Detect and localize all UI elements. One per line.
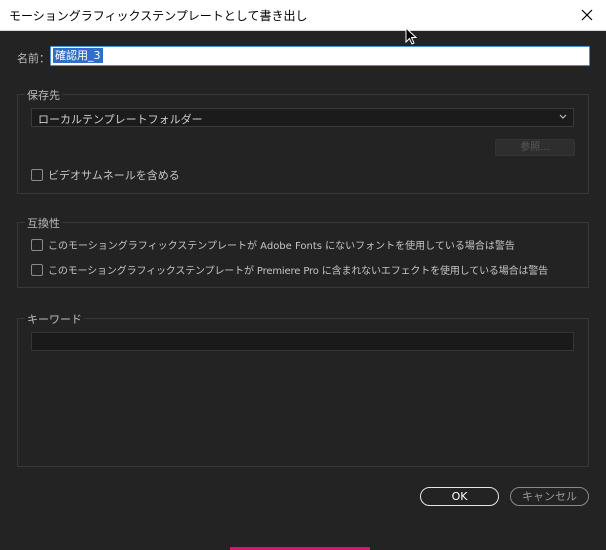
destination-select-value: ローカルテンプレートフォルダー [38, 113, 203, 126]
cancel-button[interactable]: キャンセル [510, 487, 589, 506]
browse-button[interactable]: 参照... [495, 139, 575, 156]
ok-button[interactable]: OK [420, 487, 499, 506]
premiere-effects-warning-label: このモーショングラフィックステンプレートが Premiere Pro に含まれな… [48, 266, 549, 277]
name-value: 確認用_3 [53, 48, 103, 63]
premiere-effects-warning-checkbox[interactable] [31, 263, 43, 276]
adobe-fonts-warning-label: このモーショングラフィックステンプレートが Adobe Fonts にないフォン… [48, 241, 515, 252]
compatibility-group [17, 222, 589, 288]
name-label: 名前： [17, 52, 50, 65]
premiere-effects-warning-row[interactable]: このモーショングラフィックステンプレートが Premiere Pro に含まれな… [31, 262, 548, 277]
window-title: モーショングラフィックステンプレートとして書き出し [9, 9, 308, 23]
title-bar: モーショングラフィックステンプレートとして書き出し [0, 0, 606, 31]
compatibility-group-label: 互換性 [25, 215, 62, 231]
mouse-cursor-icon [405, 27, 418, 45]
keywords-input[interactable] [31, 332, 574, 351]
close-icon [581, 9, 593, 21]
destination-select[interactable]: ローカルテンプレートフォルダー [31, 108, 574, 127]
close-button[interactable] [576, 4, 598, 26]
video-thumbnail-label: ビデオサムネールを含める [48, 169, 180, 182]
name-input[interactable]: 確認用_3 [50, 46, 590, 66]
chevron-down-icon [559, 114, 567, 119]
keywords-group-label: キーワード [25, 311, 84, 327]
adobe-fonts-warning-row[interactable]: このモーショングラフィックステンプレートが Adobe Fonts にないフォン… [31, 237, 515, 252]
video-thumbnail-checkbox[interactable] [31, 169, 43, 181]
video-thumbnail-checkbox-row[interactable]: ビデオサムネールを含める [31, 167, 180, 183]
adobe-fonts-warning-checkbox[interactable] [31, 238, 43, 251]
destination-group-label: 保存先 [25, 87, 62, 103]
